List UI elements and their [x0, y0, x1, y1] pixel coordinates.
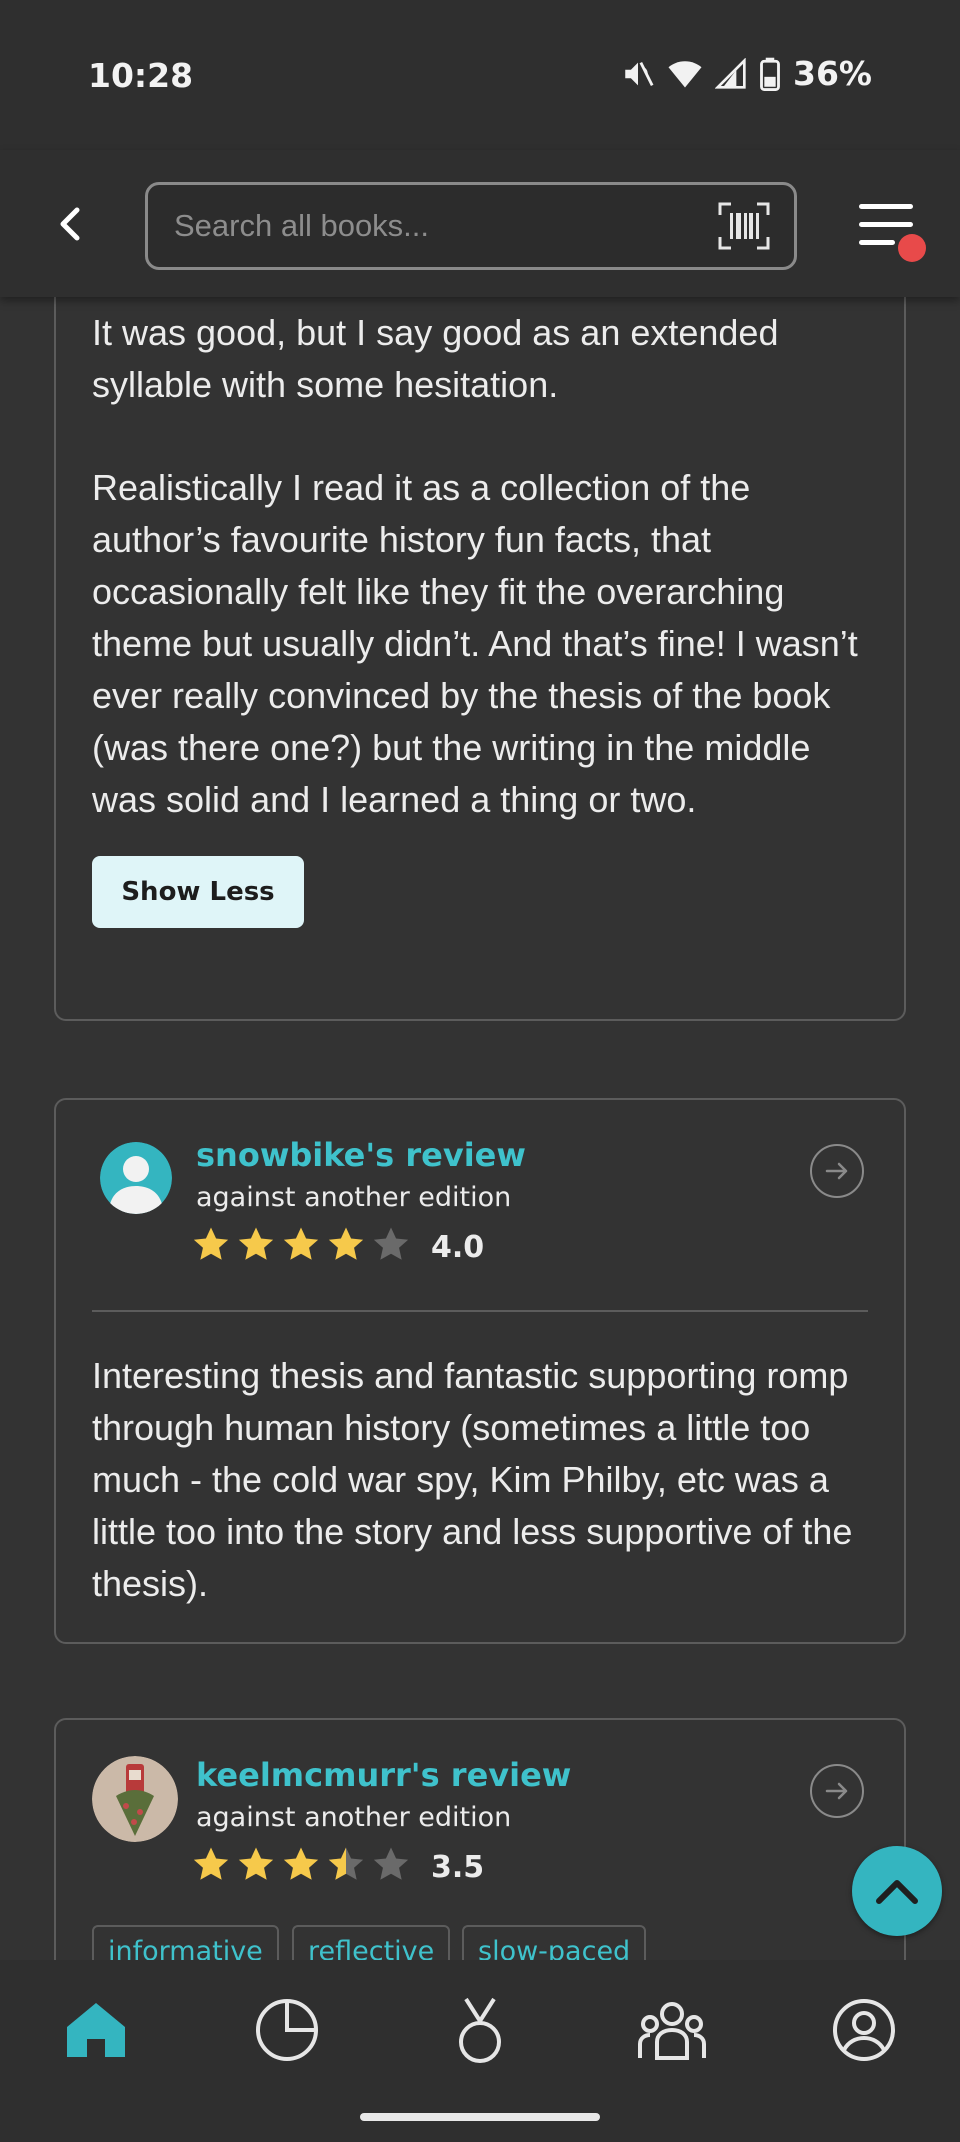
tag-chip[interactable]: reflective	[292, 1925, 451, 1960]
status-icons: 36%	[621, 54, 872, 93]
star-empty-icon	[373, 1847, 409, 1880]
nav-home[interactable]	[56, 1990, 136, 2070]
reviewer-name[interactable]: keelmcmurr's review	[196, 1756, 571, 1794]
show-less-button[interactable]: Show Less	[92, 856, 304, 928]
star-filled-icon	[193, 1227, 229, 1260]
review-card: keelmcmurr's review against another edit…	[54, 1718, 906, 1960]
avatar[interactable]	[92, 1756, 178, 1842]
star-filled-icon	[193, 1847, 229, 1880]
back-button[interactable]	[50, 200, 90, 248]
mute-icon	[625, 61, 654, 86]
wifi-icon	[668, 60, 702, 87]
review-list[interactable]: It was good, but I say good as an extend…	[0, 297, 960, 1960]
status-time: 10:28	[88, 56, 194, 95]
status-bar: 10:28 36%	[0, 0, 960, 150]
edition-note: against another edition	[196, 1182, 512, 1213]
arrow-right-icon	[825, 1782, 848, 1800]
search-box[interactable]	[145, 182, 797, 270]
nav-challenges[interactable]	[440, 1990, 520, 2070]
signal-icon	[715, 57, 746, 89]
barcode-scan-button[interactable]	[718, 201, 770, 251]
notification-dot	[898, 234, 926, 262]
review-text: Interesting thesis and fantastic support…	[92, 1355, 853, 1604]
chevron-left-icon	[60, 207, 80, 241]
top-navigation	[0, 150, 960, 297]
stats-icon	[256, 1999, 318, 2061]
community-icon	[638, 2002, 706, 2060]
review-text: Realistically I read it as a collection …	[92, 467, 858, 820]
open-review-button[interactable]	[810, 1144, 864, 1198]
nav-profile[interactable]	[824, 1990, 904, 2070]
nav-stats[interactable]	[247, 1990, 327, 2070]
reviewer-name[interactable]: snowbike's review	[196, 1136, 526, 1174]
search-input[interactable]	[174, 203, 694, 249]
star-rating	[190, 1844, 412, 1886]
edition-note: against another edition	[196, 1802, 512, 1833]
star-filled-icon	[283, 1847, 319, 1880]
review-card: It was good, but I say good as an extend…	[54, 297, 906, 1021]
barcode-scan-icon	[718, 202, 770, 250]
tag-chip[interactable]: slow-paced	[462, 1925, 647, 1960]
star-filled-icon	[238, 1227, 274, 1260]
star-filled-icon	[328, 1227, 364, 1260]
rating-value: 4.0	[431, 1230, 485, 1265]
scroll-to-top-button[interactable]	[852, 1846, 942, 1936]
tag-chip[interactable]: informative	[92, 1925, 279, 1960]
avatar[interactable]	[100, 1142, 172, 1214]
profile-icon	[833, 1999, 895, 2061]
chevron-up-icon	[876, 1880, 918, 1904]
challenges-icon	[459, 1997, 501, 2063]
battery-percent: 36%	[793, 54, 872, 93]
rating-value: 3.5	[431, 1850, 485, 1885]
review-text: It was good, but I say good as an extend…	[92, 312, 779, 405]
review-card: snowbike's review against another editio…	[54, 1098, 906, 1644]
star-rating	[190, 1224, 412, 1266]
divider	[92, 1310, 868, 1312]
battery-icon	[760, 57, 780, 91]
star-filled-icon	[238, 1847, 274, 1880]
arrow-right-icon	[825, 1162, 848, 1180]
user-placeholder-icon	[100, 1142, 172, 1214]
home-icon	[67, 2003, 125, 2057]
open-review-button[interactable]	[810, 1764, 864, 1818]
star-half-icon	[328, 1847, 364, 1880]
star-empty-icon	[373, 1227, 409, 1260]
nav-community[interactable]	[632, 1990, 712, 2070]
gesture-bar	[360, 2113, 600, 2121]
user-avatar-image	[92, 1756, 178, 1842]
star-filled-icon	[283, 1227, 319, 1260]
